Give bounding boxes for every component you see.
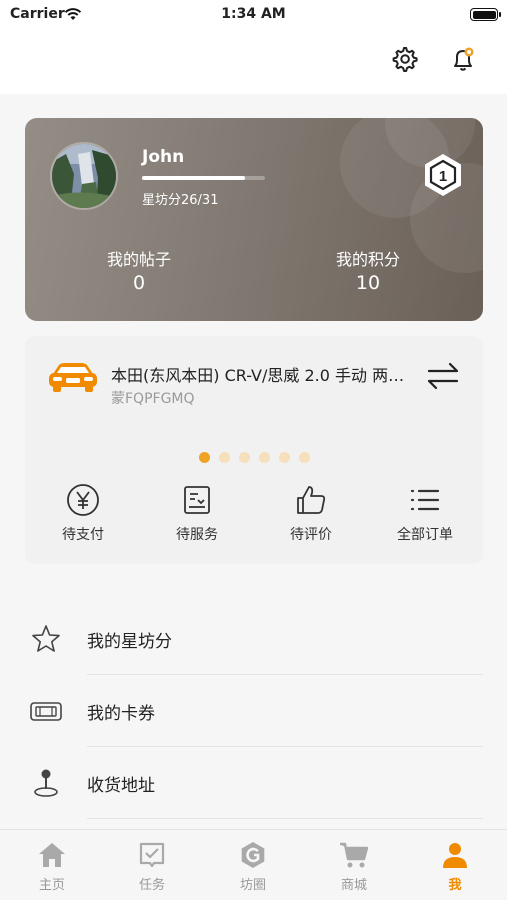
order-label: 待评价 — [290, 527, 332, 543]
menu-item-shipping-address[interactable]: 收货地址 — [0, 747, 507, 819]
stat-label: 我的积分 — [335, 250, 400, 269]
top-header — [0, 30, 507, 94]
order-all[interactable]: 全部订单 — [375, 482, 475, 544]
tab-label: 任务 — [138, 878, 165, 893]
order-pending-payment[interactable]: 待支付 — [33, 482, 133, 544]
level-number: 1 — [439, 168, 447, 185]
divider — [87, 818, 483, 819]
vehicle-plate: 蒙FQPFGMQ — [111, 391, 195, 407]
yen-icon — [33, 482, 133, 518]
star-icon — [30, 623, 62, 659]
tab-label: 我 — [448, 878, 462, 893]
service-card-icon — [147, 482, 247, 518]
person-icon — [420, 840, 490, 870]
menu-label: 我的星坊分 — [87, 632, 172, 652]
pager-dot[interactable] — [238, 452, 250, 463]
switch-vehicle-button[interactable] — [425, 358, 461, 398]
my-posts-stat[interactable]: 我的帖子 0 — [69, 246, 209, 294]
circle-logo-icon — [218, 840, 288, 870]
home-icon — [17, 840, 87, 870]
tab-bar: 主页 任务 坊圈 商城 我 — [0, 829, 507, 900]
tab-tasks[interactable]: 任务 — [117, 840, 187, 893]
points-progress-text: 星坊分26/31 — [142, 193, 219, 208]
task-icon — [117, 840, 187, 870]
stat-value: 0 — [132, 272, 146, 294]
stat-label: 我的帖子 — [106, 250, 171, 269]
thumbs-up-icon — [261, 482, 361, 518]
pager-dot[interactable] — [298, 452, 310, 463]
car-icon — [47, 360, 99, 398]
settings-button[interactable] — [389, 44, 419, 74]
profile-card[interactable]: John 星坊分26/31 1 我的帖子 0 我的积分 10 — [25, 118, 483, 321]
stat-value: 10 — [355, 272, 381, 294]
order-label: 全部订单 — [397, 527, 453, 543]
pager-dot[interactable] — [258, 452, 270, 463]
tab-label: 商城 — [340, 878, 367, 893]
pager-dot[interactable] — [198, 452, 210, 463]
menu-label: 收货地址 — [87, 776, 155, 796]
vehicle-pager — [25, 452, 483, 463]
list-icon — [375, 482, 475, 518]
order-pending-service[interactable]: 待服务 — [147, 482, 247, 544]
cart-icon — [319, 840, 389, 870]
pager-dot[interactable] — [218, 452, 230, 463]
points-progress-bar — [142, 176, 265, 180]
location-pin-icon — [30, 767, 62, 803]
status-bar: Carrier 1:34 AM — [0, 0, 507, 30]
tab-label: 主页 — [38, 878, 65, 893]
tab-home[interactable]: 主页 — [17, 840, 87, 893]
level-badge[interactable]: 1 — [419, 151, 467, 203]
notifications-button[interactable] — [448, 44, 478, 74]
menu-label: 我的卡券 — [87, 704, 155, 724]
bell-icon — [454, 47, 474, 71]
vehicle-orders-card: 本田(东风本田) CR-V/思威 2.0 手动 两驱都市版 国V 蒙FQPFGM… — [25, 336, 483, 564]
username: John — [142, 147, 185, 167]
avatar[interactable] — [50, 142, 118, 210]
order-label: 待服务 — [176, 527, 218, 543]
hexagon-level-icon: 1 — [425, 154, 461, 196]
tab-mall[interactable]: 商城 — [319, 840, 389, 893]
swap-arrows-icon — [427, 362, 459, 390]
clock: 1:34 AM — [221, 6, 286, 22]
ticket-icon — [30, 695, 62, 731]
my-points-stat[interactable]: 我的积分 10 — [298, 246, 438, 294]
gear-icon — [392, 47, 418, 72]
tab-me[interactable]: 我 — [420, 840, 490, 893]
tab-label: 坊圈 — [239, 878, 266, 893]
battery-icon — [470, 8, 501, 21]
vehicle-name: 本田(东风本田) CR-V/思威 2.0 手动 两驱都市版 国V — [111, 366, 411, 385]
tab-circle[interactable]: 坊圈 — [218, 840, 288, 893]
points-progress-fill — [142, 176, 246, 180]
pager-dot[interactable] — [278, 452, 290, 463]
order-pending-review[interactable]: 待评价 — [261, 482, 361, 544]
order-label: 待支付 — [62, 527, 104, 543]
menu-item-star-points[interactable]: 我的星坊分 — [0, 603, 507, 675]
menu-item-coupons[interactable]: 我的卡券 — [0, 675, 507, 747]
